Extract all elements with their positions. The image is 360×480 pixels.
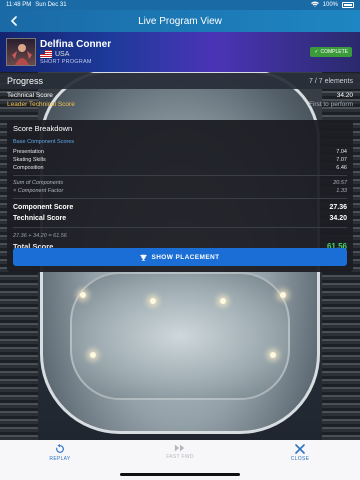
technical-score-breakdown-row: Technical Score 34.20 (13, 213, 347, 224)
component-score-label: Component Score (13, 204, 74, 211)
progress-count: 7 / 7 elements (309, 77, 353, 85)
status-badge: ✓ COMPLETE (310, 47, 352, 57)
skater-country: USA (55, 50, 70, 58)
rink-light (80, 292, 86, 298)
fast-forward-icon (174, 444, 185, 452)
factor-value: 1.33 (336, 188, 347, 194)
factor-label: × Component Factor (13, 188, 64, 194)
status-time: 11:48 PM (6, 2, 32, 8)
skater-header: Delfina Conner USA SHORT PROGRAM ✓ COMPL… (0, 32, 360, 72)
page-title: Live Program View (138, 15, 222, 27)
skater-photo (6, 38, 36, 66)
component-row: Presentation 7.04 (13, 148, 347, 156)
check-icon: ✓ (314, 49, 319, 55)
component-factor-row: × Component Factor 1.33 (13, 187, 347, 195)
usa-flag-icon (40, 50, 52, 58)
leader-score-label: Leader Technical Score (7, 101, 75, 108)
technical-score-value: 34.20 (336, 92, 353, 99)
score-lines: Technical Score 34.20 Leader Technical S… (0, 91, 360, 109)
divider (13, 198, 347, 199)
sum-components-row: Sum of Components 20.57 (13, 179, 347, 187)
component-value: 7.07 (336, 157, 347, 163)
rink-light (150, 298, 156, 304)
divider (13, 227, 347, 228)
component-label: Composition (13, 165, 44, 171)
rink-light (270, 352, 276, 358)
show-placement-button[interactable]: SHOW PLACEMENT (13, 248, 347, 266)
rink-light (280, 292, 286, 298)
trophy-icon (140, 248, 148, 266)
sum-value: 20.57 (333, 180, 347, 186)
divider (13, 175, 347, 176)
battery-percent: 100% (322, 2, 338, 8)
component-row: Composition 6.46 (13, 164, 347, 172)
component-row: Skating Skills 7.07 (13, 156, 347, 164)
close-label: CLOSE (290, 456, 310, 462)
home-indicator (120, 473, 240, 476)
progress-label: Progress (7, 76, 44, 86)
skater-country-row: USA (40, 50, 69, 58)
skater-name: Delfina Conner (40, 39, 112, 50)
score-formula: 27.36 + 34.20 = 61.56 (13, 233, 67, 239)
show-placement-label: SHOW PLACEMENT (151, 253, 220, 261)
progress-panel: Progress 7 / 7 elements (0, 73, 360, 89)
component-value: 6.46 (336, 165, 347, 171)
ice-inner-surface (70, 272, 290, 400)
component-label: Presentation (13, 149, 44, 155)
rink-light (220, 298, 226, 304)
back-button[interactable] (6, 13, 22, 29)
status-bar: 11:48 PM Sun Dec 31 100% (0, 0, 360, 10)
replay-icon (56, 444, 64, 453)
skater-segment: SHORT PROGRAM (40, 59, 92, 65)
chevron-left-icon (10, 16, 17, 26)
technical-score-row: Technical Score 34.20 (0, 91, 360, 100)
component-value: 7.04 (336, 149, 347, 155)
component-label: Skating Skills (13, 157, 46, 163)
replay-label: REPLAY (49, 456, 71, 462)
technical-score-label: Technical Score (7, 92, 53, 99)
component-score-value: 27.36 (329, 204, 347, 211)
leader-score-value: First to perform (308, 101, 353, 108)
leader-technical-score-row: Leader Technical Score First to perform (0, 100, 360, 109)
replay-button[interactable]: REPLAY (30, 444, 90, 462)
status-date: Sun Dec 31 (35, 2, 67, 8)
wifi-icon (310, 1, 319, 9)
status-badge-label: COMPLETE (320, 49, 348, 55)
close-icon (295, 444, 305, 454)
technical-score-breakdown-value: 34.20 (329, 215, 347, 222)
fast-forward-label: FAST FWD (166, 454, 194, 460)
rink-light (90, 352, 96, 358)
fast-forward-button[interactable]: FAST FWD (150, 444, 210, 460)
battery-icon (342, 2, 354, 8)
nav-header: Live Program View (0, 10, 360, 32)
close-button[interactable]: CLOSE (270, 444, 330, 462)
breakdown-section-title: Base Component Scores (13, 139, 75, 145)
component-score-row: Component Score 27.36 (13, 202, 347, 213)
breakdown-title: Score Breakdown (13, 124, 73, 133)
sum-label: Sum of Components (13, 180, 64, 186)
technical-score-breakdown-label: Technical Score (13, 215, 67, 222)
